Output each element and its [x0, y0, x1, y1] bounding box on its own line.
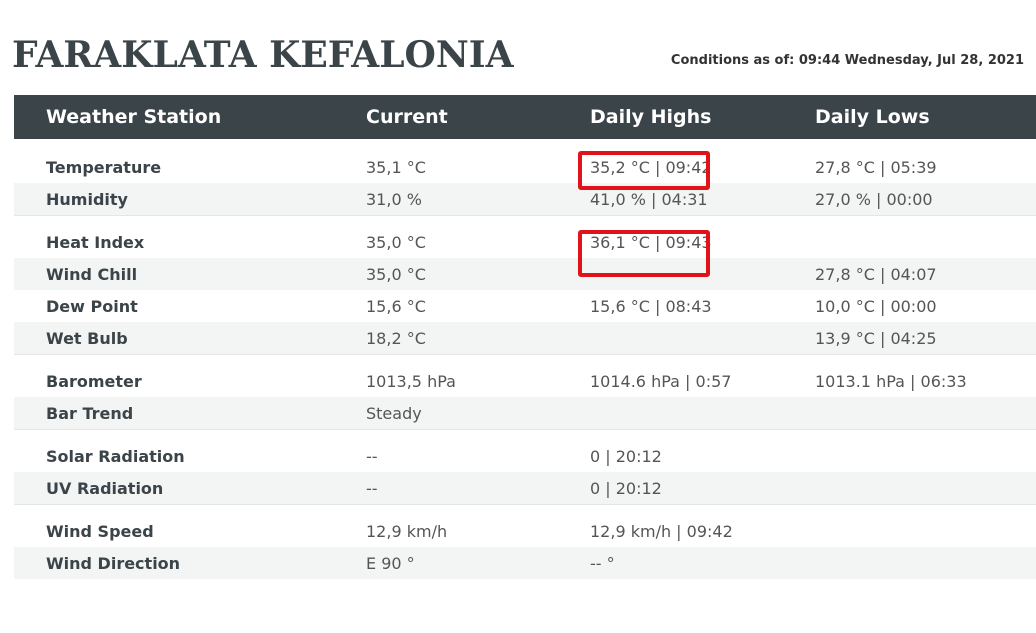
group-separator: [14, 215, 1036, 216]
current-value: 18,2 °C: [366, 329, 426, 348]
daily-high-value: 12,9 km/h | 09:42: [590, 522, 733, 541]
daily-low-value: 27,8 °C | 04:07: [815, 265, 937, 284]
current-value: 31,0 %: [366, 190, 422, 209]
daily-low-value: 1013.1 hPa | 06:33: [815, 372, 967, 391]
row-label: Wind Chill: [46, 265, 138, 284]
header-daily-highs: Daily Highs: [590, 106, 712, 128]
current-value: 35,0 °C: [366, 233, 426, 252]
row-label: Wind Speed: [46, 522, 154, 541]
daily-high-value: 15,6 °C | 08:43: [590, 297, 712, 316]
daily-low-value: 13,9 °C | 04:25: [815, 329, 937, 348]
table-row: Wind Chill 35,0 °C 27,8 °C | 04:07: [14, 258, 1036, 290]
row-label: Wind Direction: [46, 554, 181, 573]
weather-table: Weather Station Current Daily Highs Dail…: [14, 95, 1036, 579]
current-value: 35,1 °C: [366, 158, 426, 177]
table-row: Bar Trend Steady: [14, 397, 1036, 429]
current-value: --: [366, 447, 378, 466]
table-row: Wind Direction E 90 ° -- °: [14, 547, 1036, 579]
group-separator: [14, 354, 1036, 355]
group-separator: [14, 429, 1036, 430]
table-row: Dew Point 15,6 °C 15,6 °C | 08:43 10,0 °C |…: [14, 290, 1036, 322]
table-header: Weather Station Current Daily Highs Dail…: [14, 95, 1036, 139]
daily-high-value: 1014.6 hPa | 0:57: [590, 372, 732, 391]
row-label: Heat Index: [46, 233, 145, 252]
current-value: --: [366, 479, 378, 498]
row-label: Solar Radiation: [46, 447, 185, 466]
group-separator: [14, 504, 1036, 505]
table-row: Humidity 31,0 % 41,0 % | 04:31 27,0 % | 00:…: [14, 183, 1036, 215]
current-value: 15,6 °C: [366, 297, 426, 316]
current-value: 1013,5 hPa: [366, 372, 456, 391]
header-current: Current: [366, 106, 448, 128]
highlight-box-temperature-high: [578, 151, 710, 190]
row-label: UV Radiation: [46, 479, 164, 498]
conditions-timestamp: Conditions as of: 09:44 Wednesday, Jul 2…: [670, 53, 1024, 68]
daily-high-value: 0 | 20:12: [590, 447, 662, 466]
table-row: Solar Radiation -- 0 | 20:12: [14, 440, 1036, 472]
row-label: Wet Bulb: [46, 329, 128, 348]
table-row: UV Radiation -- 0 | 20:12: [14, 472, 1036, 504]
row-label: Barometer: [46, 372, 142, 391]
table-row: Barometer 1013,5 hPa 1014.6 hPa | 0:57 1013…: [14, 365, 1036, 397]
current-value: 12,9 km/h: [366, 522, 448, 541]
header-daily-lows: Daily Lows: [815, 106, 930, 128]
highlight-box-heat-index-high: [578, 230, 710, 277]
row-label: Bar Trend: [46, 404, 134, 423]
daily-high-value: 41,0 % | 04:31: [590, 190, 708, 209]
current-value: E 90 °: [366, 554, 415, 573]
table-row: Temperature 35,1 °C 35,2 °C | 09:42 27,8 °C…: [14, 151, 1036, 183]
row-label: Humidity: [46, 190, 128, 209]
current-value: Steady: [366, 404, 422, 423]
table-row: Wind Speed 12,9 km/h 12,9 km/h | 09:42: [14, 515, 1036, 547]
table-body: Temperature 35,1 °C 35,2 °C | 09:42 27,8 °C…: [14, 139, 1036, 579]
table-row: Heat Index 35,0 °C 36,1 °C | 09:43: [14, 226, 1036, 258]
daily-high-value: -- °: [590, 554, 615, 573]
daily-low-value: 27,0 % | 00:00: [815, 190, 933, 209]
daily-high-value: 0 | 20:12: [590, 479, 662, 498]
daily-low-value: 10,0 °C | 00:00: [815, 297, 937, 316]
current-value: 35,0 °C: [366, 265, 426, 284]
daily-low-value: 27,8 °C | 05:39: [815, 158, 937, 177]
header-weather-station: Weather Station: [46, 106, 222, 128]
page-title: FARAKLATA KEFALONIA: [12, 34, 514, 76]
row-label: Dew Point: [46, 297, 138, 316]
table-row: Wet Bulb 18,2 °C 13,9 °C | 04:25: [14, 322, 1036, 354]
row-label: Temperature: [46, 158, 162, 177]
